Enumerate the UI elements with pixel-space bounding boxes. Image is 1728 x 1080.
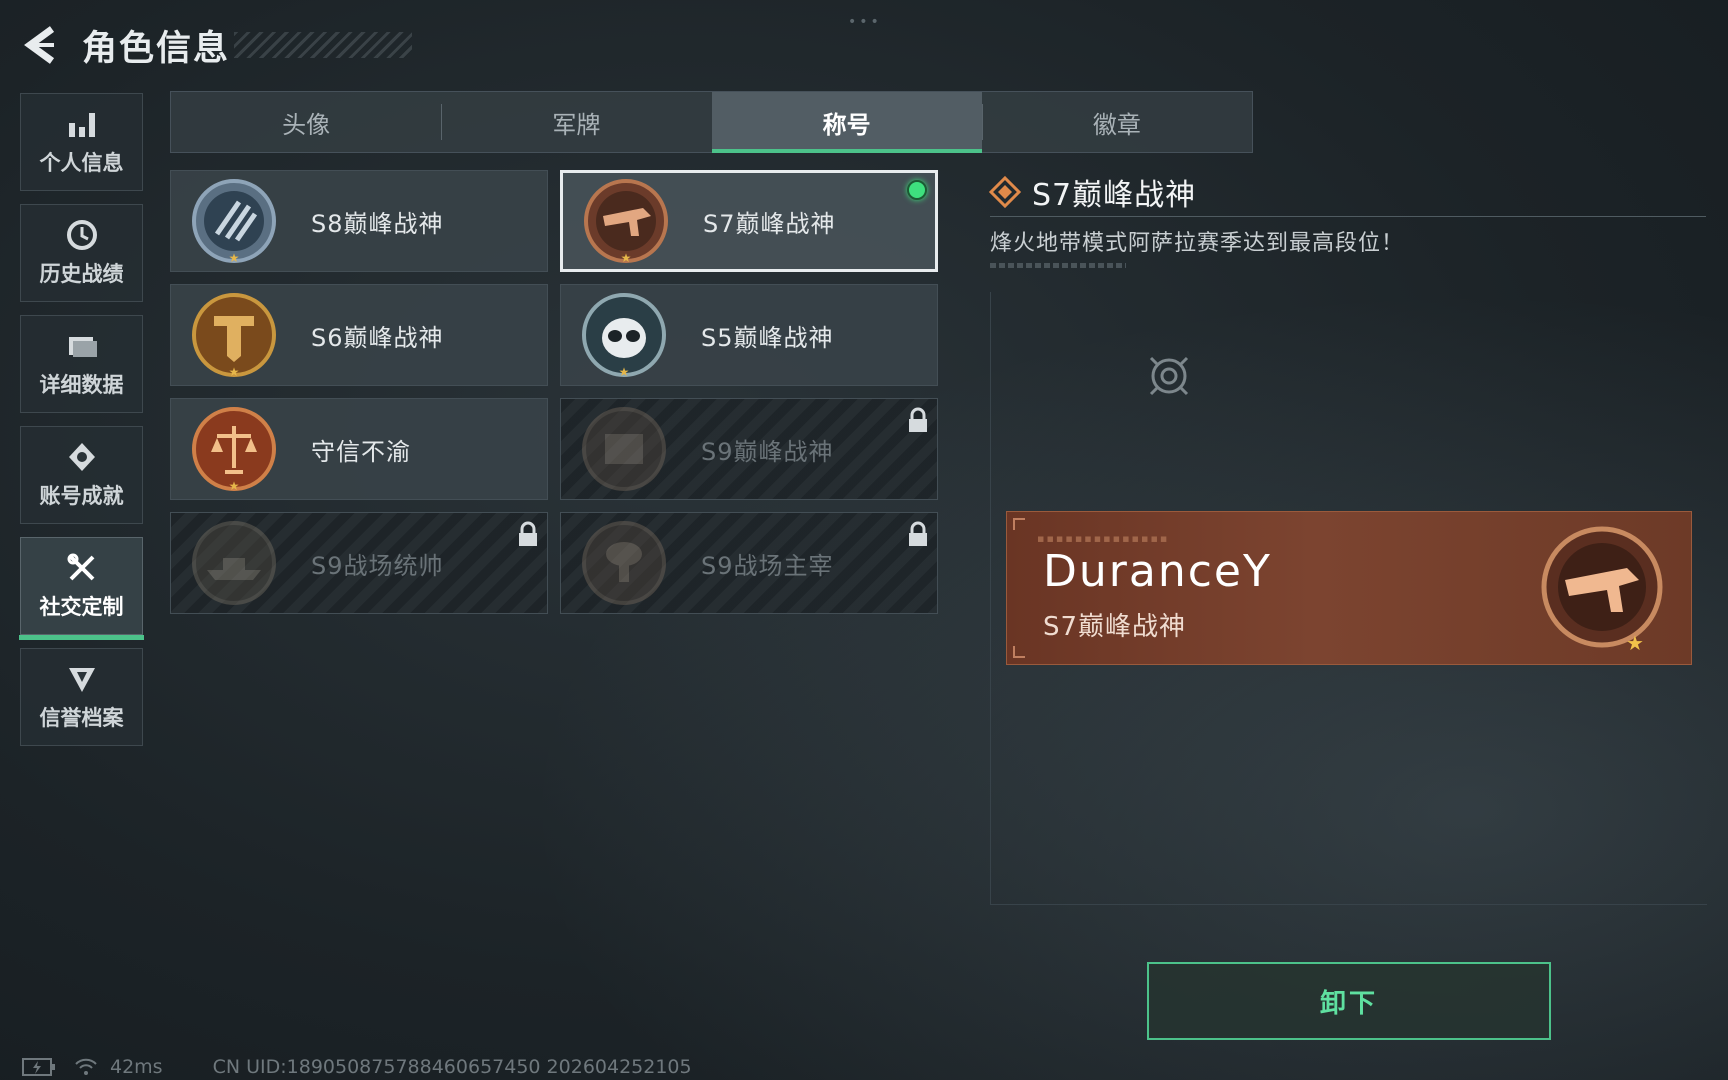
sidebar-item-history[interactable]: 历史战绩 [20,204,143,302]
equipped-indicator [907,180,927,200]
svg-text:★: ★ [1626,631,1644,654]
uid-text: CN UID:18905087578846065745​0 2026042521… [212,1056,692,1078]
sidebar-item-social-custom[interactable]: 社交定制 [19,537,144,640]
divider [990,216,1706,217]
tab-emblem[interactable]: 徽章 [981,92,1252,152]
sidebar-item-label: 详细数据 [39,373,124,397]
title-card-label: S9巅峰战神 [701,437,834,466]
credit-icon [68,668,95,692]
svg-text:★: ★ [229,479,240,493]
s7-badge-icon: ★ [584,179,668,265]
svg-text:★: ★ [229,251,240,265]
svg-text:★: ★ [229,365,240,379]
title-card-s5[interactable]: ★ S5巅峰战神 [560,284,938,386]
s7-badge-icon: ★ [1541,526,1663,654]
title-card-label: S6巅峰战神 [311,323,444,352]
unequip-button[interactable]: 卸下 [1147,962,1551,1040]
title-card-label: S8巅峰战神 [311,209,444,238]
title-card-trustworthy[interactable]: ★ 守信不渝 [170,398,548,500]
title-card-s7[interactable]: ★ S7巅峰战神 [560,170,938,272]
lock-icon [909,521,927,546]
title-card-s9[interactable]: S9巅峰战神 [560,398,938,500]
back-arrow-icon[interactable] [22,23,60,67]
folder-icon [68,337,97,357]
status-bar: 42ms CN UID:18905087578846065745​0 20260… [22,1056,692,1078]
svg-text:★: ★ [621,251,632,265]
player-title: S7巅峰战神 [1043,612,1187,642]
side-nav: 个人信息 历史战绩 详细数据 账号成就 社交定制 信誉档案 [19,93,144,759]
name-card-decoration: ▪▪▪▪▪▪▪▪▪▪▪▪▪▪ [1037,532,1170,545]
detail-description: 烽火地带模式阿萨拉赛季达到最高段位！ [990,231,1405,256]
achievement-icon [68,443,95,471]
tab-bar: 头像 军牌 称号 徽章 [170,91,1253,153]
top-handle: ••• [848,14,882,30]
tools-icon [67,553,94,581]
ping-value: 42ms [110,1056,163,1078]
sidebar-item-label: 个人信息 [39,151,124,175]
title-decoration [234,32,413,58]
tab-dog-tag[interactable]: 军牌 [441,92,711,152]
sidebar-item-label: 信誉档案 [39,706,124,730]
sidebar-item-label: 社交定制 [39,595,124,619]
sidebar-item-label: 历史战绩 [39,262,124,286]
wifi-icon [75,1058,97,1075]
s6-badge-icon: ★ [192,293,276,379]
player-name: DuranceY [1043,546,1272,597]
sidebar-item-achievements[interactable]: 账号成就 [20,426,143,524]
title-card-label: 守信不渝 [311,437,411,466]
title-card-label: S7巅峰战神 [703,209,836,238]
sidebar-item-detailed-data[interactable]: 详细数据 [20,315,143,413]
bar-chart-icon [68,113,95,137]
detail-title-name: S7巅峰战神 [1032,178,1197,213]
title-card-s8[interactable]: ★ S8巅峰战神 [170,170,548,272]
sidebar-item-credit[interactable]: 信誉档案 [20,648,143,746]
page-title: 角色信息 [82,28,231,69]
diamond-icon [988,175,1022,209]
sidebar-item-personal-info[interactable]: 个人信息 [20,93,143,191]
unequip-label: 卸下 [1319,988,1378,1019]
title-card-s9-commander[interactable]: S9战场统帅 [170,512,548,614]
ship-badge-icon [192,521,276,605]
detail-header: S7巅峰战神 [988,170,1196,214]
description-decoration [990,263,1126,268]
target-icon[interactable] [1145,352,1193,400]
s5-badge-icon: ★ [582,293,666,379]
corner-mark [1013,518,1025,530]
title-card-label: S9战场主宰 [701,551,834,580]
battery-icon [22,1058,55,1076]
s9-badge-icon [582,407,666,491]
tab-title[interactable]: 称号 [711,92,983,153]
nuke-badge-icon [582,521,666,605]
sidebar-item-label: 账号成就 [39,484,124,508]
history-icon [66,220,97,250]
header: 角色信息 [22,20,413,70]
title-card-label: S5巅峰战神 [701,323,834,352]
name-card-preview: ▪▪▪▪▪▪▪▪▪▪▪▪▪▪ DuranceY S7巅峰战神 ★ [1006,511,1692,665]
tab-avatar[interactable]: 头像 [171,92,441,152]
svg-text:★: ★ [619,365,630,379]
s8-badge-icon: ★ [192,179,276,265]
title-card-s6[interactable]: ★ S6巅峰战神 [170,284,548,386]
corner-mark [1013,646,1025,658]
lock-icon [909,407,927,432]
scales-badge-icon: ★ [192,407,276,493]
title-card-label: S9战场统帅 [311,551,444,580]
lock-icon [519,521,537,546]
title-card-s9-dominator[interactable]: S9战场主宰 [560,512,938,614]
